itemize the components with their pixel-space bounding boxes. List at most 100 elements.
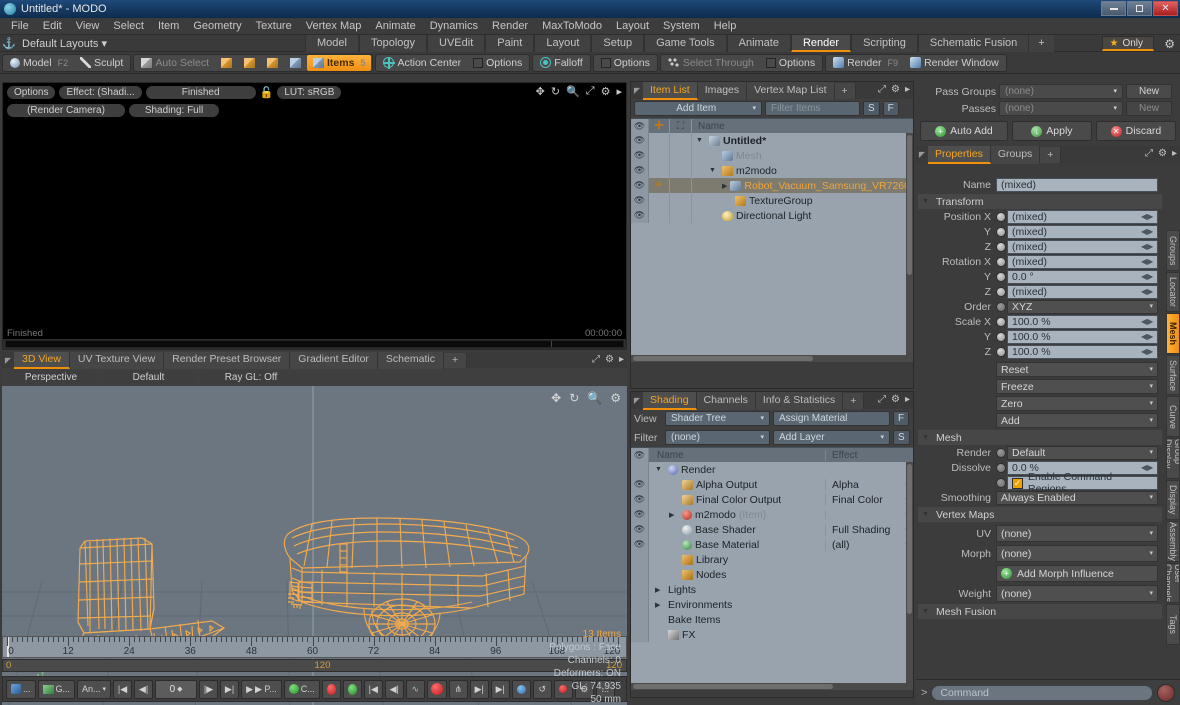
shading-visibility-toggle-icon[interactable] xyxy=(631,552,649,567)
item-list-s-button[interactable]: S xyxy=(863,101,880,116)
shading-style-dropdown[interactable]: Default xyxy=(101,370,196,384)
menu-view[interactable]: View xyxy=(69,18,107,35)
add-item-dropdown[interactable]: Add Item ▾ xyxy=(634,101,762,116)
record-button[interactable] xyxy=(426,679,447,699)
expand-collapse-icon[interactable]: ▼ xyxy=(696,137,706,144)
shading-expand-icon[interactable]: ▶ xyxy=(655,586,665,594)
expand-icon-itemlist[interactable]: ⤢ xyxy=(878,84,886,95)
step-forward-button[interactable]: |▶ xyxy=(199,679,219,699)
visibility-toggle-icon[interactable]: 👁 xyxy=(631,163,649,178)
shading-vscrollbar[interactable] xyxy=(906,462,913,683)
viewport-tab-uv-texture-view[interactable]: UV Texture View xyxy=(69,351,165,369)
side-tab-locator[interactable]: Locator xyxy=(1166,271,1180,313)
add-dropdown[interactable]: Add ▾ xyxy=(996,413,1158,428)
goto-end-button[interactable]: ▶| xyxy=(220,679,240,699)
shading-tabs-arrow-icon[interactable]: ◤ xyxy=(631,396,643,405)
item-list-vscrollbar[interactable] xyxy=(906,133,913,355)
gear-icon-shading[interactable]: ⚙ xyxy=(891,394,900,405)
render-effect-dropdown[interactable]: Effect: (Shadi... xyxy=(59,85,142,99)
side-tab-curve[interactable]: Curve xyxy=(1166,396,1180,437)
render-shading-dropdown[interactable]: Shading: Full xyxy=(129,103,219,117)
smoothing-dropdown[interactable]: Always Enabled ▾ xyxy=(996,491,1158,505)
render-dropdown[interactable]: Default ▾ xyxy=(1007,446,1158,460)
morph-dropdown[interactable]: (none) ▾ xyxy=(996,545,1158,562)
menu-layout[interactable]: Layout xyxy=(609,18,656,35)
zoom-view-icon[interactable]: 🔍 xyxy=(587,391,602,405)
shading-row[interactable]: ▶ Lights xyxy=(631,582,913,597)
scale-spinner-icon[interactable]: ◀▶ xyxy=(1141,316,1153,328)
shading-effect-cell[interactable]: (all)▾ xyxy=(825,538,913,551)
channel-knob-icon[interactable] xyxy=(996,257,1006,267)
visibility-toggle-icon[interactable]: 👁 xyxy=(631,148,649,163)
freeze-dropdown[interactable]: Freeze ▾ xyxy=(996,379,1158,394)
menu-help[interactable]: Help xyxy=(707,18,744,35)
timeline-range-bar[interactable]: 0 120 120 xyxy=(2,659,627,672)
item-list-add-tab[interactable]: + xyxy=(834,82,856,99)
items-mode-button[interactable]: Items 5 xyxy=(307,54,372,71)
menu-render[interactable]: Render xyxy=(485,18,535,35)
transform-value-field[interactable]: (mixed) ◀▶ xyxy=(1007,240,1158,254)
zoom-icon[interactable]: 🔍 xyxy=(566,85,580,98)
expand-icon-properties[interactable]: ⤢ xyxy=(1145,148,1153,159)
spinner-icon[interactable]: ◀▶ xyxy=(1141,241,1153,253)
side-tab-groups[interactable]: Groups xyxy=(1166,230,1180,271)
shading-visibility-toggle-icon[interactable]: 👁 xyxy=(631,522,649,537)
render-preview-canvas[interactable] xyxy=(3,119,626,327)
pass-groups-new-button[interactable]: New xyxy=(1126,84,1172,99)
anchor-icon[interactable]: ⚓ xyxy=(0,37,18,50)
command-execute-button[interactable] xyxy=(1157,683,1175,702)
transform-value-field[interactable]: (mixed) ◀▶ xyxy=(1007,285,1158,299)
layout-add-tab[interactable]: + xyxy=(1029,35,1054,52)
shading-list-body[interactable]: ▼Render👁Alpha OutputAlpha▾👁Final Color O… xyxy=(631,462,913,690)
order-knob-icon[interactable] xyxy=(996,302,1006,312)
shading-hscrollbar[interactable] xyxy=(631,683,913,690)
shading-visibility-toggle-icon[interactable] xyxy=(631,462,649,477)
item-list-row[interactable]: 👁 Directional Light xyxy=(631,208,913,223)
model-mode-button[interactable]: Model F2 xyxy=(4,55,74,71)
chevron-right-icon[interactable]: ▸ xyxy=(616,85,622,98)
shading-tab-shading[interactable]: Shading xyxy=(643,391,697,410)
ecr-knob-icon[interactable] xyxy=(996,478,1006,488)
menu-select[interactable]: Select xyxy=(106,18,151,35)
key-a-button[interactable] xyxy=(321,679,341,699)
frame-field[interactable]: 0 ◆ xyxy=(155,679,198,699)
menu-texture[interactable]: Texture xyxy=(249,18,299,35)
shading-expand-icon[interactable]: ▶ xyxy=(655,601,665,609)
curve-key-button[interactable]: ∿ xyxy=(405,679,425,699)
menu-system[interactable]: System xyxy=(656,18,707,35)
render-options-button[interactable]: Options xyxy=(7,85,56,99)
graph-editor-button[interactable]: G... xyxy=(37,679,76,699)
spinner-icon[interactable]: ◀▶ xyxy=(1141,256,1153,268)
item-list-row[interactable]: 👁+ ▶ Robot_Vacuum_Samsung_VR7260_wi... xyxy=(631,178,913,193)
shading-row[interactable]: 👁 ▶ m2modo (Item) ▾ xyxy=(631,507,913,522)
transform-value-field[interactable]: (mixed) ◀▶ xyxy=(1007,225,1158,239)
shading-visibility-toggle-icon[interactable]: 👁 xyxy=(631,477,649,492)
spinner-icon[interactable]: ◀▶ xyxy=(1141,271,1153,283)
weight-dropdown[interactable]: (none) ▾ xyxy=(996,585,1158,602)
chevron-right-icon-viewport[interactable]: ▸ xyxy=(619,354,624,365)
shading-row[interactable]: 👁 Alpha Output Alpha▾ xyxy=(631,477,913,492)
shading-row[interactable]: 👁 Base Material (all)▾ xyxy=(631,537,913,552)
shading-effect-cell[interactable]: ▾ xyxy=(825,510,913,519)
render-window-button[interactable]: Render Window xyxy=(904,55,1005,71)
render-button[interactable]: Render F9 xyxy=(827,55,904,71)
viewport-tab-render-preset-browser[interactable]: Render Preset Browser xyxy=(164,351,291,369)
scale-spinner-icon[interactable]: ◀▶ xyxy=(1141,346,1153,358)
scale-value-field[interactable]: 100.0 % ◀▶ xyxy=(1007,315,1158,329)
select-through-options-button[interactable]: Options xyxy=(760,55,821,71)
menu-maxtomodo[interactable]: MaxToModo xyxy=(535,18,609,35)
menu-item[interactable]: Item xyxy=(151,18,186,35)
scale-knob-icon[interactable] xyxy=(996,332,1006,342)
shading-visibility-toggle-icon[interactable]: 👁 xyxy=(631,507,649,522)
item-list-row[interactable]: 👁 TextureGroup xyxy=(631,193,913,208)
passes-new-button[interactable]: New xyxy=(1126,101,1172,116)
gear-icon[interactable]: ⚙ xyxy=(601,85,611,98)
layout-tab-layout[interactable]: Layout xyxy=(534,35,592,52)
shading-visibility-toggle-icon[interactable]: 👁 xyxy=(631,537,649,552)
menu-file[interactable]: File xyxy=(4,18,36,35)
default-layouts-dropdown[interactable]: Default Layouts ▾ xyxy=(18,37,107,50)
viewport-tab-gradient-editor[interactable]: Gradient Editor xyxy=(290,351,378,369)
side-tab-user-channels[interactable]: User Channels xyxy=(1166,562,1180,604)
item-list-row[interactable]: 👁 ▼ m2modo xyxy=(631,163,913,178)
gear-icon-itemlist[interactable]: ⚙ xyxy=(891,84,900,95)
